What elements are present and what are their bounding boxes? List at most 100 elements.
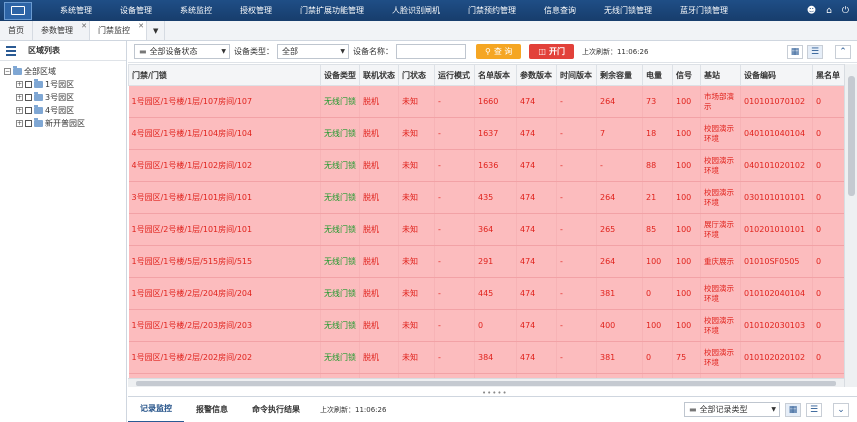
table-cell: 无线门锁 xyxy=(320,309,360,342)
table-row[interactable]: 1号园区/2号楼/1层/101房间/101 无线门锁 脱机 未知 -364 474-265… xyxy=(128,213,844,246)
nav-item[interactable]: 无线门锁管理 xyxy=(590,5,666,16)
tree-node-root[interactable]: − 全部区域 xyxy=(4,65,126,78)
table-row[interactable]: 1号园区/1号楼/2层/204房间/204 无线门锁 脱机 未知 -445 474-381… xyxy=(128,277,844,310)
column-header[interactable]: 电量 xyxy=(642,64,673,86)
home-icon[interactable]: ⌂ xyxy=(826,6,832,16)
table-row[interactable]: 1号园区/1号楼/1层/107房间/107 无线门锁 脱机 未知 -1660 474-26… xyxy=(128,85,844,118)
column-header[interactable]: 剩余容量 xyxy=(596,64,643,86)
tab-command-results[interactable]: 命令执行结果 xyxy=(240,397,312,422)
table-cell: 100 xyxy=(672,309,701,342)
area-checkbox[interactable] xyxy=(25,81,32,88)
table-cell: 010102030103 xyxy=(740,309,813,342)
device-status-select[interactable]: ▬ 全部设备状态 ▼ xyxy=(134,44,230,59)
column-header[interactable]: 信号 xyxy=(672,64,701,86)
tree-node-area[interactable]: +4号园区 xyxy=(4,104,126,117)
nav-item[interactable]: 系统管理 xyxy=(46,5,106,16)
nav-item[interactable]: 蓝牙门锁管理 xyxy=(666,5,742,16)
table-cell: - xyxy=(556,213,597,246)
column-header[interactable]: 运行模式 xyxy=(434,64,475,86)
last-refresh-time: 上次刷新：11:06:26 xyxy=(581,47,649,56)
tree-node-area[interactable]: +1号园区 xyxy=(4,78,126,91)
close-icon[interactable]: ✕ xyxy=(138,22,144,30)
menu-icon[interactable] xyxy=(6,45,16,56)
table-row[interactable]: 1号园区/1号楼/5层/515房间/515 无线门锁 脱机 未知 -291 474-264… xyxy=(128,245,844,278)
device-name-input[interactable] xyxy=(396,44,466,59)
table-row[interactable]: 1号园区/1号楼/2层/202房间/202 无线门锁 脱机 未知 -384 474-381… xyxy=(128,341,844,374)
tab-alarm-info[interactable]: 报警信息 xyxy=(184,397,240,422)
column-header[interactable]: 设备编码 xyxy=(740,64,813,86)
table-cell: 未知 xyxy=(398,277,435,310)
grid-view-icon[interactable]: ▦ xyxy=(785,402,801,417)
tab-access-monitoring[interactable]: 门禁监控 ✕ xyxy=(90,21,147,40)
horizontal-scrollbar[interactable] xyxy=(128,378,844,387)
expand-icon[interactable]: + xyxy=(16,94,23,101)
query-button[interactable]: ⚲ 查 询 xyxy=(476,44,522,59)
nav-item[interactable]: 信息查询 xyxy=(530,5,590,16)
column-header[interactable]: 基站 xyxy=(700,64,741,86)
grid-view-icon[interactable]: ▦ xyxy=(787,44,803,59)
column-header[interactable]: 联机状态 xyxy=(359,64,399,86)
table-cell: 264 xyxy=(596,181,643,214)
table-cell: 4号园区/1号楼/1层/102房间/102 xyxy=(128,149,321,182)
nav-item[interactable]: 门禁扩展功能管理 xyxy=(286,5,378,16)
expand-panel-icon[interactable]: ⌄ xyxy=(833,402,849,417)
vertical-scrollbar[interactable] xyxy=(844,64,857,387)
column-header[interactable]: 门禁/门锁 xyxy=(128,64,321,86)
device-type-select[interactable]: 全部 ▼ xyxy=(277,44,349,59)
nav-item[interactable]: 设备管理 xyxy=(106,5,166,16)
top-navigation-bar: 系统管理 设备管理 系统监控 授权管理 门禁扩展功能管理 人脸识别闸机 门禁预约管理 信息查询… xyxy=(0,0,857,21)
tab-home[interactable]: 首页 xyxy=(0,21,33,40)
tab-record-monitoring[interactable]: 记录监控 xyxy=(128,396,184,422)
tree-node-area[interactable]: +3号园区 xyxy=(4,91,126,104)
column-header[interactable]: 名单版本 xyxy=(474,64,517,86)
table-cell: 校园演示环境 xyxy=(700,341,741,374)
table-cell: 0 xyxy=(812,85,844,118)
tab-command-label: 命令执行结果 xyxy=(252,405,300,414)
table-cell: 474 xyxy=(516,149,557,182)
bottom-panel-bar: 记录监控 报警信息 命令执行结果 上次刷新：11:06:26 ▬ 全部记录类型 … xyxy=(128,396,857,422)
list-view-icon[interactable]: ☰ xyxy=(806,402,822,417)
record-type-select[interactable]: ▬ 全部记录类型 ▼ xyxy=(684,402,780,417)
collapse-icon[interactable]: − xyxy=(4,68,11,75)
table-row[interactable]: 4号园区/1号楼/1层/102房间/102 无线门锁 脱机 未知 -1636 474- -8… xyxy=(128,149,844,182)
expand-icon[interactable]: + xyxy=(16,81,23,88)
table-row[interactable]: 3号园区/1号楼/1层/101房间/101 无线门锁 脱机 未知 -435 474-264… xyxy=(128,181,844,214)
device-type-label: 设备类型： xyxy=(234,47,274,56)
power-icon[interactable]: ⏻ xyxy=(842,6,849,16)
column-header[interactable]: 门状态 xyxy=(398,64,435,86)
table-cell: 100 xyxy=(672,245,701,278)
user-icon[interactable]: ☻ xyxy=(807,6,816,16)
column-header[interactable]: 黑名单 xyxy=(812,64,844,86)
table-row[interactable]: 1号园区/1号楼/2层/203房间/203 无线门锁 脱机 未知 -0 474-400 10… xyxy=(128,309,844,342)
list-icon: ▬ xyxy=(139,47,147,56)
area-checkbox[interactable] xyxy=(25,107,32,114)
table-cell: 未知 xyxy=(398,245,435,278)
tab-alarm-label: 报警信息 xyxy=(196,405,228,414)
tab-parameter-management[interactable]: 参数管理 ✕ xyxy=(33,21,90,40)
nav-item[interactable]: 系统监控 xyxy=(166,5,226,16)
column-header[interactable]: 参数版本 xyxy=(516,64,557,86)
area-checkbox[interactable] xyxy=(25,120,32,127)
expand-icon[interactable]: + xyxy=(16,107,23,114)
column-header[interactable]: 设备类型 xyxy=(320,64,360,86)
tree-node-area[interactable]: + 新开普园区 xyxy=(4,117,126,130)
table-row[interactable]: 4号园区/1号楼/1层/104房间/104 无线门锁 脱机 未知 -1637 474-7 1… xyxy=(128,117,844,150)
collapse-panel-icon[interactable]: ⌃ xyxy=(835,44,851,59)
tree-node-label: 1号园区 xyxy=(45,80,75,89)
device-table: 门禁/门锁 设备类型 联机状态 门状态 运行模式 名单版本 参数版本 时间版本 剩余容量 电量 信号… xyxy=(128,64,844,378)
query-button-label: 查 询 xyxy=(493,47,513,56)
table-cell: 无线门锁 xyxy=(320,245,360,278)
expand-icon[interactable]: + xyxy=(16,120,23,127)
nav-item[interactable]: 人脸识别闸机 xyxy=(378,5,454,16)
list-view-icon[interactable]: ☰ xyxy=(807,44,823,59)
open-door-button[interactable]: ◫ 开门 xyxy=(529,44,574,59)
nav-item[interactable]: 门禁预约管理 xyxy=(454,5,530,16)
tab-more-dropdown[interactable]: ▼ xyxy=(147,21,166,40)
table-cell: 脱机 xyxy=(359,309,399,342)
search-icon: ⚲ xyxy=(485,47,491,56)
area-checkbox[interactable] xyxy=(25,94,32,101)
close-icon[interactable]: ✕ xyxy=(81,22,87,30)
nav-item[interactable]: 授权管理 xyxy=(226,5,286,16)
table-cell: 脱机 xyxy=(359,245,399,278)
column-header[interactable]: 时间版本 xyxy=(556,64,597,86)
